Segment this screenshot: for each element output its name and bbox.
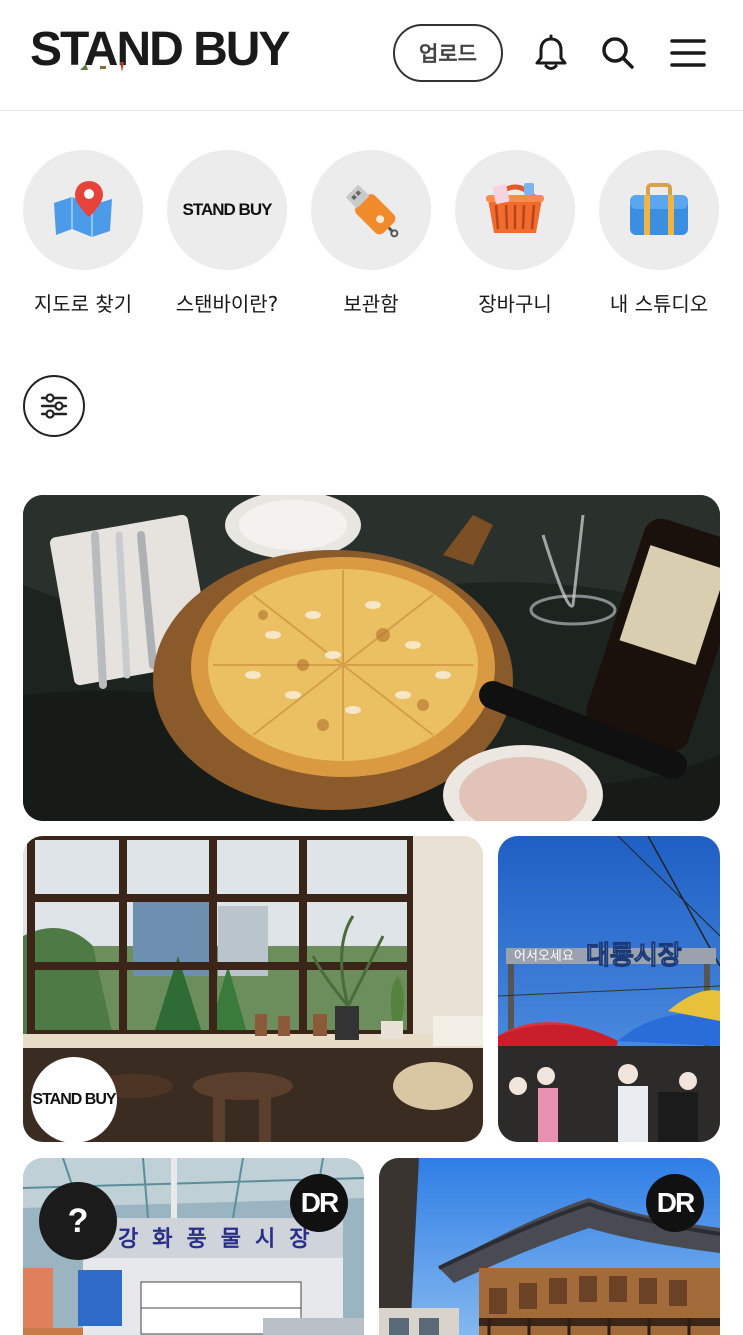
category-storage[interactable]: 보관함	[309, 150, 433, 317]
pizza-photo	[23, 495, 720, 821]
map-pin-icon	[54, 181, 112, 237]
logo-accent-icon	[80, 62, 124, 72]
standbuy-badge: STAND BUY	[31, 1057, 117, 1143]
category-studio[interactable]: 내 스튜디오	[597, 150, 721, 317]
category-label: 장바구니	[478, 292, 552, 316]
briefcase-icon	[630, 183, 688, 235]
photo-card-market-sign[interactable]: 어서오세요 대룡시장	[498, 836, 720, 1142]
category-map[interactable]: 지도로 찾기	[21, 150, 145, 317]
dr-badge: DR	[646, 1174, 704, 1232]
menu-icon[interactable]	[669, 34, 707, 72]
photo-card-pizza[interactable]	[23, 495, 720, 821]
standbuy-logo-icon: STAND BUY	[182, 200, 273, 219]
category-cart[interactable]: 장바구니	[453, 150, 577, 317]
upload-button[interactable]: 업로드	[393, 24, 503, 82]
page: STAND BUY 업로드 지도로 찾기 STAND BUY 스탠바이란? 보관…	[0, 0, 743, 1335]
help-button[interactable]: ?	[39, 1182, 117, 1260]
sliders-icon	[40, 393, 68, 419]
category-circle	[599, 150, 719, 270]
category-circle: STAND BUY	[167, 150, 287, 270]
filter-button[interactable]	[23, 375, 85, 437]
search-icon[interactable]	[599, 34, 637, 72]
category-label: 지도로 찾기	[33, 292, 133, 316]
market-sign-photo: 어서오세요 대룡시장	[498, 836, 720, 1142]
market-sign-text: 대룡시장	[586, 941, 682, 971]
bell-icon[interactable]	[532, 34, 570, 72]
market-sign-small-text: 어서오세요	[514, 949, 574, 964]
top-header: STAND BUY 업로드	[0, 0, 743, 111]
category-label: 내 스튜디오	[609, 292, 709, 316]
category-circle	[311, 150, 431, 270]
category-circle	[23, 150, 143, 270]
standbuy-logo[interactable]: STAND BUY	[30, 22, 290, 78]
category-about[interactable]: STAND BUY 스탠바이란?	[165, 150, 289, 317]
shopping-basket-icon	[486, 183, 544, 233]
usb-drive-icon	[346, 185, 399, 238]
category-circle	[455, 150, 575, 270]
category-label: 스탠바이란?	[175, 292, 279, 316]
market-building-sign-text: 강화풍물시장	[118, 1227, 323, 1252]
dr-badge: DR	[290, 1174, 348, 1232]
category-label: 보관함	[343, 292, 399, 316]
